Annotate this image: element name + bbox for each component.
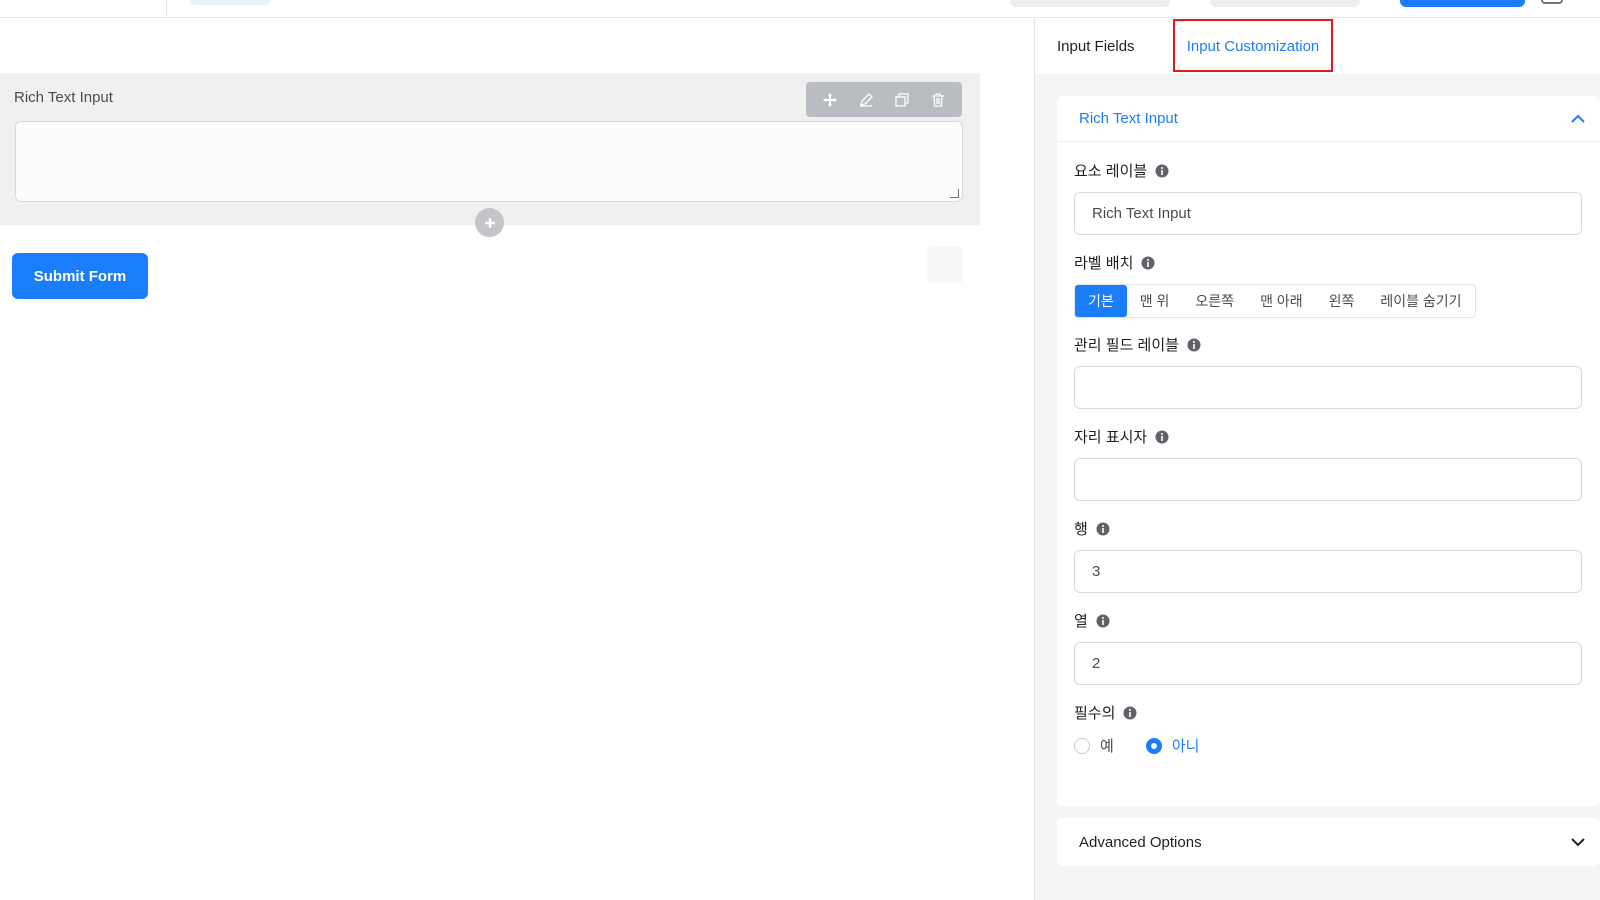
label-placement-row: 라벨 배치 기본 맨 위 오른쪽 맨 아래 왼쪽 레이블 숨기기 bbox=[1074, 252, 1476, 318]
element-label-input[interactable]: Rich Text Input bbox=[1074, 192, 1582, 235]
move-icon[interactable] bbox=[821, 91, 839, 109]
toolbar-button-1[interactable] bbox=[1010, 0, 1170, 7]
rich-text-textarea[interactable] bbox=[15, 121, 963, 202]
submit-form-button[interactable]: Submit Form bbox=[12, 253, 148, 299]
rows-label: 행 bbox=[1074, 521, 1088, 538]
info-icon[interactable] bbox=[1123, 706, 1137, 720]
form-canvas: Rich Text Input Submit Form bbox=[0, 18, 1034, 900]
label-placement-label: 라벨 배치 bbox=[1074, 255, 1134, 272]
add-field-button[interactable] bbox=[475, 208, 504, 237]
rows-input[interactable]: 3 bbox=[1074, 550, 1582, 593]
panel-tabs: Input Fields Input Customization bbox=[1035, 18, 1600, 74]
info-icon[interactable] bbox=[1155, 430, 1169, 444]
field-toolbar bbox=[806, 82, 962, 117]
top-toolbar bbox=[0, 0, 1600, 18]
placement-option-right[interactable]: 오른쪽 bbox=[1182, 285, 1247, 317]
placeholder-input[interactable] bbox=[1074, 458, 1582, 501]
resize-handle[interactable] bbox=[950, 189, 959, 198]
rows-row: 행 3 bbox=[1074, 518, 1582, 593]
label-placement-segmented: 기본 맨 위 오른쪽 맨 아래 왼쪽 레이블 숨기기 bbox=[1074, 284, 1476, 318]
placeholder-row: 자리 표시자 bbox=[1074, 426, 1582, 501]
chevron-up-icon[interactable] bbox=[1570, 111, 1586, 127]
plus-icon bbox=[484, 217, 495, 228]
delete-icon[interactable] bbox=[929, 91, 947, 109]
radio-dot bbox=[1145, 737, 1162, 754]
tab-input-customization[interactable]: Input Customization bbox=[1173, 18, 1333, 74]
cols-input[interactable]: 2 bbox=[1074, 642, 1582, 685]
info-icon[interactable] bbox=[1096, 522, 1110, 536]
required-no-label: 아니 bbox=[1171, 738, 1200, 755]
advanced-options-header[interactable]: Advanced Options bbox=[1057, 818, 1600, 866]
placeholder-label: 자리 표시자 bbox=[1074, 429, 1148, 446]
chevron-down-icon[interactable] bbox=[1570, 834, 1586, 850]
toolbar-primary-button[interactable] bbox=[1400, 0, 1525, 7]
placement-option-default[interactable]: 기본 bbox=[1075, 285, 1127, 317]
info-icon[interactable] bbox=[1155, 164, 1169, 178]
toolbar-more-icon[interactable] bbox=[1541, 0, 1563, 4]
radio-dot bbox=[1074, 737, 1090, 754]
admin-label-input[interactable] bbox=[1074, 366, 1582, 409]
cols-row: 열 2 bbox=[1074, 610, 1582, 685]
required-no-radio[interactable]: 아니 bbox=[1145, 735, 1200, 756]
required-row: 필수의 예 아니 bbox=[1074, 702, 1231, 756]
admin-label-label: 관리 필드 레이블 bbox=[1074, 337, 1179, 354]
required-label: 필수의 bbox=[1074, 705, 1116, 722]
section-header[interactable]: Rich Text Input bbox=[1057, 96, 1600, 142]
placement-option-hide[interactable]: 레이블 숨기기 bbox=[1367, 285, 1474, 317]
field-label: Rich Text Input bbox=[14, 89, 113, 106]
required-yes-radio[interactable]: 예 bbox=[1074, 735, 1114, 756]
element-label-row: 요소 레이블 Rich Text Input bbox=[1074, 160, 1582, 235]
submit-settings-button[interactable] bbox=[927, 247, 963, 283]
customization-card: Rich Text Input 요소 레이블 Rich Text Input 라… bbox=[1057, 96, 1600, 806]
toolbar-divider bbox=[166, 0, 167, 17]
section-title: Rich Text Input bbox=[1079, 110, 1178, 127]
info-icon[interactable] bbox=[1141, 256, 1155, 270]
placement-option-bottom[interactable]: 맨 아래 bbox=[1247, 285, 1316, 317]
cols-label: 열 bbox=[1074, 613, 1088, 630]
placement-option-left[interactable]: 왼쪽 bbox=[1316, 285, 1368, 317]
edit-icon[interactable] bbox=[857, 91, 875, 109]
settings-panel: Input Fields Input Customization Rich Te… bbox=[1035, 18, 1600, 900]
tab-input-fields[interactable]: Input Fields bbox=[1057, 18, 1135, 74]
advanced-options-title: Advanced Options bbox=[1079, 833, 1202, 851]
info-icon[interactable] bbox=[1187, 338, 1201, 352]
required-radio-group: 예 아니 bbox=[1074, 735, 1231, 756]
duplicate-icon[interactable] bbox=[893, 91, 911, 109]
admin-label-row: 관리 필드 레이블 bbox=[1074, 334, 1582, 409]
element-label-label: 요소 레이블 bbox=[1074, 163, 1148, 180]
tab-highlight-box bbox=[1173, 19, 1333, 72]
rich-text-field-block[interactable]: Rich Text Input bbox=[0, 73, 980, 225]
toolbar-pill[interactable] bbox=[190, 0, 270, 5]
toolbar-button-2[interactable] bbox=[1210, 0, 1360, 7]
info-icon[interactable] bbox=[1096, 614, 1110, 628]
required-yes-label: 예 bbox=[1100, 738, 1114, 755]
placement-option-top[interactable]: 맨 위 bbox=[1127, 285, 1183, 317]
